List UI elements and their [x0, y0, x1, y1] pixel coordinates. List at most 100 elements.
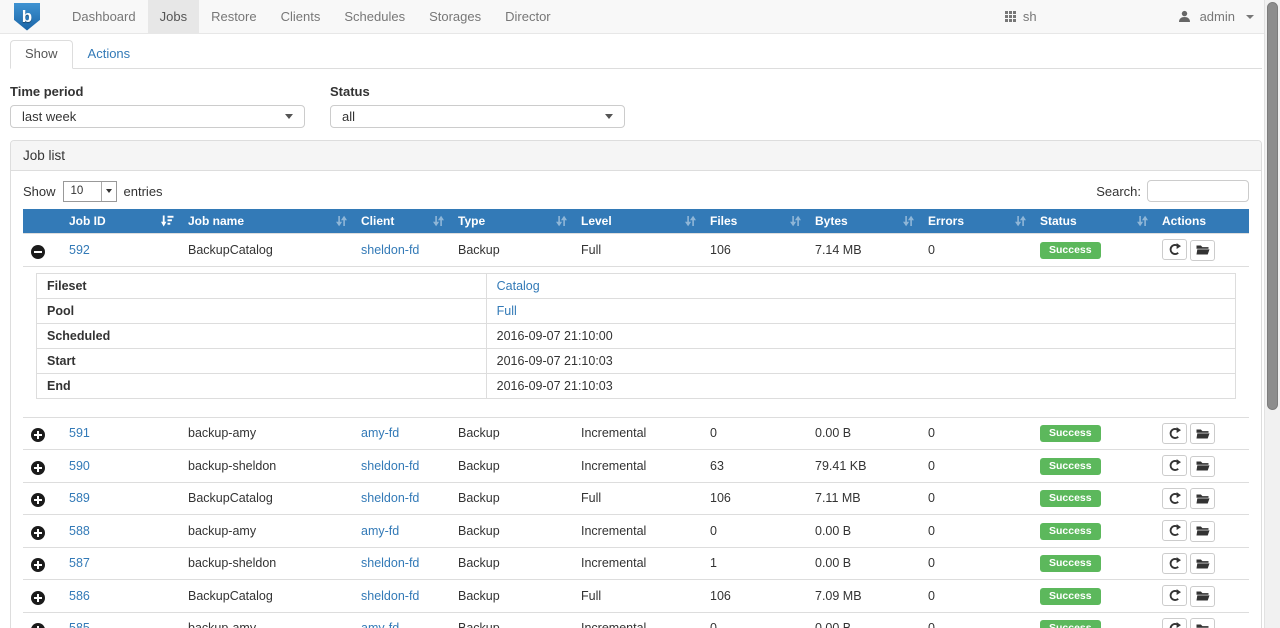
- column-header-actions[interactable]: Actions: [1154, 209, 1249, 234]
- bytes-cell: 7.11 MB: [807, 482, 920, 515]
- nav-item-dashboard[interactable]: Dashboard: [60, 0, 148, 33]
- rerun-job-button[interactable]: [1162, 585, 1187, 606]
- column-label: Files: [710, 214, 737, 228]
- expand-row-icon[interactable]: [31, 558, 45, 572]
- errors-cell: 0: [920, 515, 1032, 548]
- nav-item-schedules[interactable]: Schedules: [332, 0, 417, 33]
- nav-item-restore[interactable]: Restore: [199, 0, 269, 33]
- search-input[interactable]: [1147, 180, 1249, 202]
- user-icon: [1178, 10, 1191, 23]
- client-cell: sheldon-fd: [353, 547, 450, 580]
- expand-row-icon[interactable]: [31, 526, 45, 540]
- sort-both-icon[interactable]: [1137, 215, 1148, 227]
- expand-row-icon[interactable]: [31, 493, 45, 507]
- browse-files-button[interactable]: [1190, 521, 1215, 542]
- column-header-errors[interactable]: Errors: [920, 209, 1032, 234]
- client-link[interactable]: amy-fd: [361, 426, 399, 440]
- expand-row-icon[interactable]: [31, 591, 45, 605]
- rerun-job-button[interactable]: [1162, 488, 1187, 509]
- status-select[interactable]: all: [330, 105, 625, 128]
- client-link[interactable]: sheldon-fd: [361, 556, 419, 570]
- detail-label-start: Start: [37, 348, 487, 373]
- browse-files-button[interactable]: [1190, 553, 1215, 574]
- collapse-row-icon[interactable]: [31, 245, 45, 259]
- client-link[interactable]: sheldon-fd: [361, 491, 419, 505]
- sort-both-icon[interactable]: [1015, 215, 1026, 227]
- type-cell: Backup: [450, 482, 573, 515]
- sort-both-icon[interactable]: [336, 215, 347, 227]
- errors-cell: 0: [920, 417, 1032, 450]
- expand-row-icon[interactable]: [31, 461, 45, 475]
- column-header-client[interactable]: Client: [353, 209, 450, 234]
- nav-item-clients[interactable]: Clients: [269, 0, 333, 33]
- job-id-link[interactable]: 591: [69, 426, 90, 440]
- detail-value-start: 2016-09-07 21:10:03: [497, 354, 613, 368]
- panel-title: Job list: [11, 141, 1261, 171]
- sort-both-icon[interactable]: [790, 215, 801, 227]
- detail-value-scheduled: 2016-09-07 21:10:00: [497, 329, 613, 343]
- rerun-job-button[interactable]: [1162, 520, 1187, 541]
- vertical-scrollbar-thumb[interactable]: [1267, 2, 1278, 410]
- table-row: 587backup-sheldonsheldon-fdBackupIncreme…: [23, 547, 1249, 580]
- rerun-job-button[interactable]: [1162, 553, 1187, 574]
- nav-item-storages[interactable]: Storages: [417, 0, 493, 33]
- type-cell: Backup: [450, 580, 573, 613]
- job-id-link[interactable]: 586: [69, 589, 90, 603]
- tab-actions[interactable]: Actions: [73, 40, 146, 69]
- nav-item-director-wrap: Director: [493, 0, 563, 33]
- bytes-cell: 0.00 B: [807, 417, 920, 450]
- vertical-scrollbar-track[interactable]: [1264, 0, 1280, 628]
- nav-item-restore-wrap: Restore: [199, 0, 269, 33]
- job-name-cell: BackupCatalog: [180, 234, 353, 267]
- client-link[interactable]: sheldon-fd: [361, 589, 419, 603]
- sort-both-icon[interactable]: [433, 215, 444, 227]
- job-id-link[interactable]: 589: [69, 491, 90, 505]
- browse-files-button[interactable]: [1190, 423, 1215, 444]
- client-link[interactable]: amy-fd: [361, 524, 399, 538]
- sort-both-icon[interactable]: [903, 215, 914, 227]
- job-id-link[interactable]: 590: [69, 459, 90, 473]
- entries-select[interactable]: 10: [63, 181, 117, 202]
- client-link[interactable]: sheldon-fd: [361, 243, 419, 257]
- user-menu[interactable]: admin: [1200, 9, 1235, 24]
- column-header-type[interactable]: Type: [450, 209, 573, 234]
- column-header-status[interactable]: Status: [1032, 209, 1154, 234]
- rerun-job-button[interactable]: [1162, 618, 1187, 628]
- expand-row-icon[interactable]: [31, 428, 45, 442]
- rerun-job-button[interactable]: [1162, 455, 1187, 476]
- chevron-down-icon[interactable]: [1246, 15, 1254, 19]
- detail-value-link-pool[interactable]: Full: [497, 304, 517, 318]
- browse-files-button[interactable]: [1190, 488, 1215, 509]
- nav-item-director[interactable]: Director: [493, 0, 563, 33]
- rerun-job-button[interactable]: [1162, 423, 1187, 444]
- client-cell: sheldon-fd: [353, 234, 450, 267]
- client-link[interactable]: amy-fd: [361, 621, 399, 628]
- sort-both-icon[interactable]: [685, 215, 696, 227]
- rerun-job-button[interactable]: [1162, 239, 1187, 260]
- nav-item-jobs[interactable]: Jobs: [148, 0, 199, 33]
- column-header-job-id[interactable]: Job ID: [61, 209, 180, 234]
- browse-files-button[interactable]: [1190, 240, 1215, 261]
- browse-files-button[interactable]: [1190, 618, 1215, 628]
- job-id-link[interactable]: 592: [69, 243, 90, 257]
- detail-value-link-fileset[interactable]: Catalog: [497, 279, 540, 293]
- sort-desc-icon[interactable]: [161, 215, 174, 227]
- tab-show[interactable]: Show: [10, 40, 73, 69]
- detail-value-cell: Catalog: [486, 273, 1235, 298]
- browse-files-button[interactable]: [1190, 456, 1215, 477]
- column-header-level[interactable]: Level: [573, 209, 702, 234]
- browse-files-button[interactable]: [1190, 586, 1215, 607]
- job-id-link[interactable]: 585: [69, 621, 90, 628]
- nav-item-storages-wrap: Storages: [417, 0, 493, 33]
- panel-body: Show 10 entries Search: Job: [11, 171, 1261, 628]
- time-period-select[interactable]: last week: [10, 105, 305, 128]
- job-id-link[interactable]: 588: [69, 524, 90, 538]
- expand-row-icon[interactable]: [31, 623, 45, 628]
- column-header-job-name[interactable]: Job name: [180, 209, 353, 234]
- client-link[interactable]: sheldon-fd: [361, 459, 419, 473]
- brand-link[interactable]: b: [0, 0, 52, 33]
- column-header-files[interactable]: Files: [702, 209, 807, 234]
- sort-both-icon[interactable]: [556, 215, 567, 227]
- job-id-link[interactable]: 587: [69, 556, 90, 570]
- column-header-bytes[interactable]: Bytes: [807, 209, 920, 234]
